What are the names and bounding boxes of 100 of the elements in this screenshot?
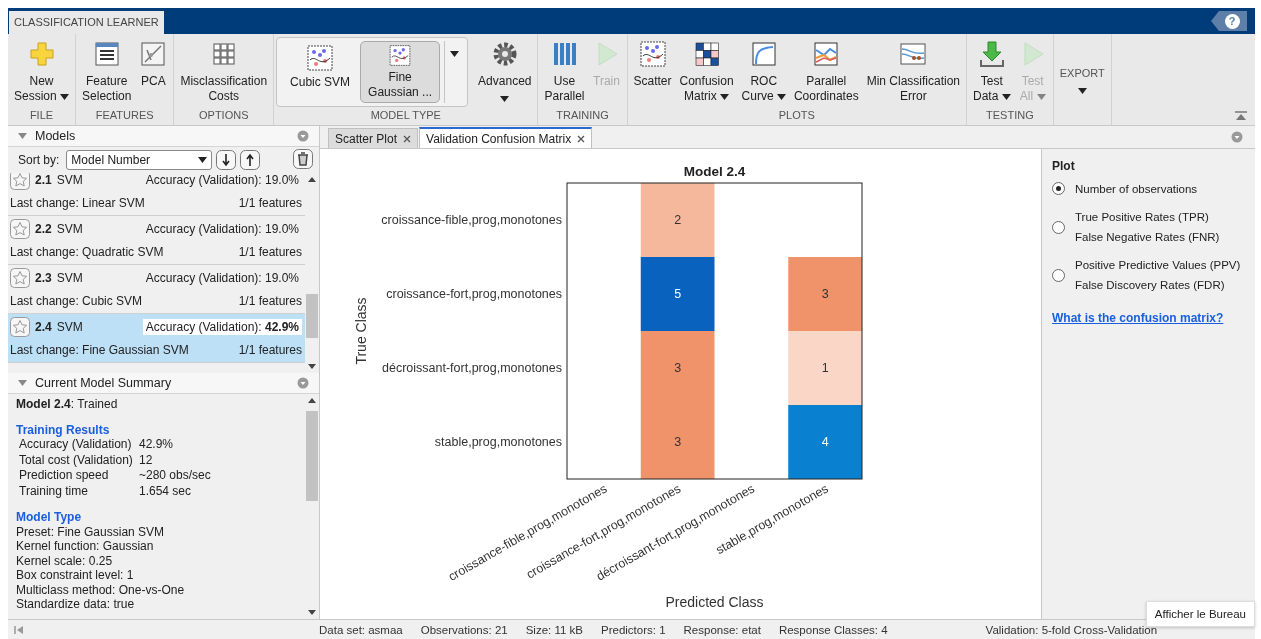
document-tab[interactable]: Validation Confusion Matrix bbox=[419, 127, 593, 148]
toolbar-button[interactable]: Scatter bbox=[629, 38, 676, 89]
summary-label: Total cost (Validation) bbox=[19, 452, 134, 468]
sort-label: Sort by: bbox=[18, 153, 60, 167]
model-type: SVM bbox=[56, 222, 83, 236]
section-heading: Model Type bbox=[16, 510, 83, 525]
help-button[interactable]: ? bbox=[1211, 11, 1247, 31]
summary-text: Preset: Fine Gaussian SVM bbox=[16, 524, 166, 539]
features-text: 1/1 features bbox=[238, 294, 302, 308]
document-tab[interactable]: Scatter Plot bbox=[328, 128, 419, 148]
scatter-icon bbox=[638, 40, 667, 68]
star-icon[interactable] bbox=[10, 173, 30, 190]
toolbar-button[interactable]: Parallel Coordinates bbox=[789, 38, 863, 104]
scroll-thumb[interactable] bbox=[306, 411, 318, 501]
help-link[interactable]: What is the confusion matrix? bbox=[1052, 311, 1224, 325]
scroll-up-icon[interactable] bbox=[308, 398, 316, 403]
matrix-cell: 1 bbox=[788, 331, 862, 405]
panel-menu-icon[interactable] bbox=[297, 130, 309, 142]
options-title: Plot bbox=[1052, 159, 1076, 173]
sort-descending-icon[interactable] bbox=[216, 150, 237, 170]
features-text: 1/1 features bbox=[238, 196, 302, 210]
toolbar-button[interactable]: New Session bbox=[10, 38, 74, 104]
curve-icon bbox=[749, 40, 778, 68]
matrix-cell: 5 bbox=[640, 257, 715, 331]
model-number: 2.1 bbox=[35, 173, 52, 187]
panel-menu-icon[interactable] bbox=[1231, 131, 1243, 143]
summary-text: Kernel scale: 0.25 bbox=[16, 553, 114, 568]
radio-button[interactable] bbox=[1052, 182, 1065, 195]
close-icon[interactable] bbox=[577, 134, 586, 143]
row-label: croissance-fort,prog,monotones bbox=[386, 287, 562, 301]
gallery-item[interactable]: Cubic SVM bbox=[280, 41, 361, 103]
model-item[interactable]: 2.4 SVM Accuracy (Validation): 42.9% Last change: Fine Gaussian SVM 1/1 features bbox=[8, 314, 305, 363]
toolbar-button[interactable]: Confusion Matrix bbox=[675, 38, 738, 104]
close-icon[interactable] bbox=[403, 134, 412, 143]
star-icon[interactable] bbox=[10, 268, 30, 288]
option-label: True Positive Rates (TPR) bbox=[1075, 211, 1210, 223]
scroll-down-icon[interactable] bbox=[308, 610, 316, 615]
model-item[interactable]: 2.2 SVM Accuracy (Validation): 19.0% Last change: Quadratic SVM 1/1 features bbox=[8, 216, 305, 265]
trash-icon[interactable] bbox=[293, 148, 313, 169]
toolbar-button[interactable]: PCA bbox=[135, 38, 172, 89]
first-page-icon[interactable] bbox=[14, 624, 24, 635]
star-icon[interactable] bbox=[10, 219, 30, 239]
toolbar-button[interactable]: Test Data bbox=[969, 38, 1015, 104]
option-label: Positive Predictive Values (PPV) bbox=[1075, 259, 1241, 271]
caret-icon bbox=[450, 51, 460, 57]
section-label: FEATURES bbox=[95, 109, 154, 121]
features-text: 1/1 features bbox=[238, 343, 302, 357]
section-label: OPTIONS bbox=[199, 109, 249, 121]
model-number: 2.2 bbox=[35, 222, 52, 236]
summary-label: Prediction speed bbox=[19, 468, 110, 484]
toolbar-button[interactable]: Misclassification Costs bbox=[176, 38, 272, 104]
tooltip: Afficher le Bureau bbox=[1145, 601, 1255, 627]
scroll-thumb[interactable] bbox=[306, 294, 318, 338]
summary-text: Standardize data: true bbox=[16, 597, 136, 612]
status-text: Data set: asmaa bbox=[319, 623, 403, 636]
status-text: Predictors: 1 bbox=[601, 623, 666, 636]
line-chart-icon bbox=[812, 40, 841, 68]
status-text: Observations: 21 bbox=[420, 623, 508, 636]
download-icon bbox=[977, 40, 1006, 68]
model-type: SVM bbox=[56, 320, 83, 334]
section-label: TRAINING bbox=[556, 109, 609, 121]
panel-title: Models bbox=[35, 129, 77, 143]
toolbar-button[interactable]: Min Classification Error bbox=[862, 38, 964, 104]
toolbar-button[interactable]: Feature Selection bbox=[78, 38, 136, 104]
gallery-item[interactable]: Fine Gaussian ... bbox=[360, 41, 441, 103]
collapse-icon[interactable] bbox=[1235, 111, 1247, 121]
section-heading: Training Results bbox=[16, 422, 111, 437]
row-label: stable,prog,monotones bbox=[434, 435, 562, 449]
toolbar-button[interactable]: EXPORT bbox=[1055, 38, 1109, 94]
summary-value: 12 bbox=[139, 452, 154, 468]
last-change-text: Last change: Linear SVM bbox=[10, 196, 145, 210]
option-label: False Negative Rates (FNR) bbox=[1075, 231, 1220, 243]
summary-text: Multiclass method: One-vs-One bbox=[16, 582, 186, 597]
radio-button[interactable] bbox=[1052, 220, 1065, 234]
radio-button[interactable] bbox=[1052, 268, 1065, 282]
sort-dropdown[interactable]: Model Number bbox=[66, 150, 213, 170]
model-item[interactable]: 2.1 SVM Accuracy (Validation): 19.0% Last change: Linear SVM 1/1 features bbox=[8, 173, 305, 216]
scroll-down-icon[interactable] bbox=[308, 364, 316, 369]
panel-title: Current Model Summary bbox=[35, 376, 173, 390]
sort-ascending-icon[interactable] bbox=[240, 150, 261, 170]
collapse-arrow-icon[interactable] bbox=[18, 133, 27, 139]
toolbar-button[interactable]: Use Parallel bbox=[540, 38, 589, 104]
matrix-cell: 3 bbox=[640, 405, 715, 479]
panel-menu-icon[interactable] bbox=[297, 377, 309, 389]
matrix-icon bbox=[692, 40, 721, 68]
model-number: 2.3 bbox=[35, 271, 52, 285]
toolbar-button[interactable]: ROC Curve bbox=[737, 38, 790, 104]
matrix-cell: 4 bbox=[788, 405, 862, 479]
app-tab[interactable]: CLASSIFICATION LEARNER bbox=[9, 11, 164, 34]
row-label: croissance-fible,prog,monotones bbox=[381, 213, 562, 227]
scatter-icon bbox=[306, 44, 335, 72]
section-label: MODEL TYPE bbox=[370, 109, 441, 121]
accuracy-text: Accuracy (Validation): 19.0% bbox=[144, 173, 300, 188]
model-item[interactable]: 2.3 SVM Accuracy (Validation): 19.0% Last change: Cubic SVM 1/1 features bbox=[8, 265, 305, 314]
scroll-up-icon[interactable] bbox=[308, 177, 316, 182]
collapse-arrow-icon[interactable] bbox=[18, 380, 27, 386]
model-type: SVM bbox=[56, 173, 83, 187]
toolbar-button[interactable]: Advanced bbox=[474, 38, 536, 102]
star-icon[interactable] bbox=[10, 317, 30, 337]
summary-heading: Model 2.4: Trained bbox=[16, 397, 119, 412]
